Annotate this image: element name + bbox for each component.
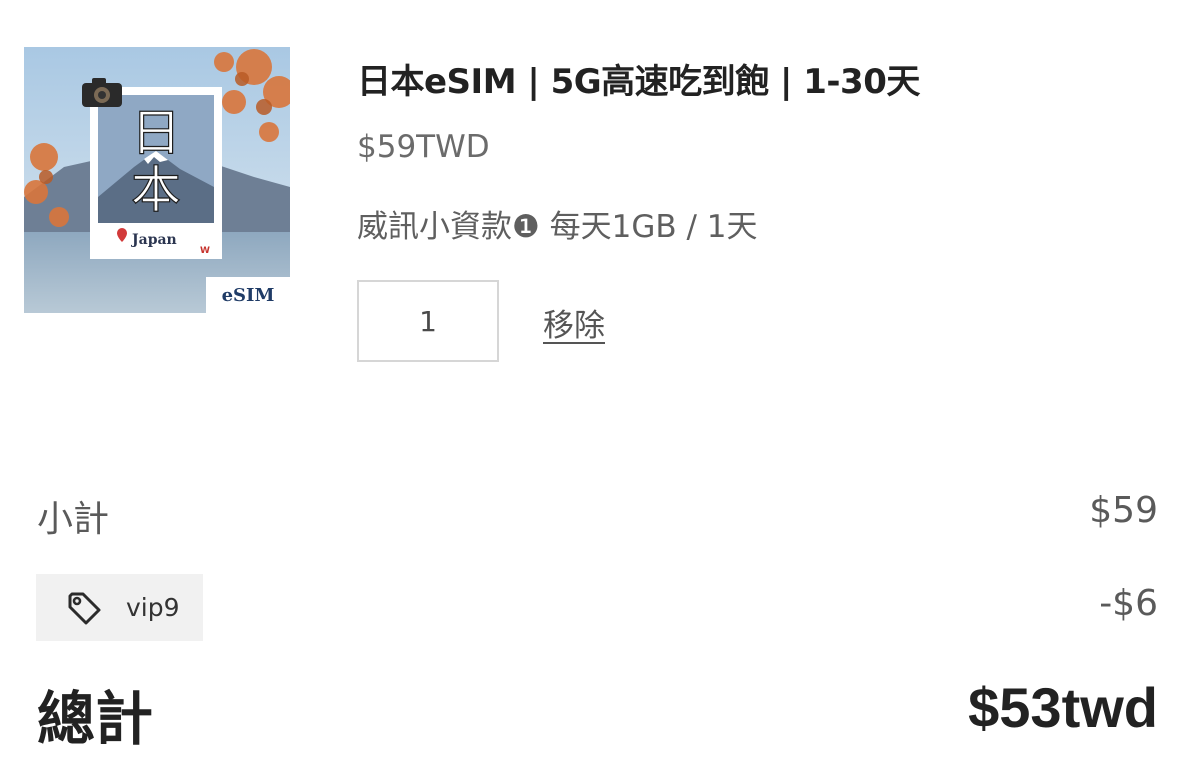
total-value: $53twd (968, 676, 1158, 739)
product-title[interactable]: 日本eSIM | 5G高速吃到飽 | 1-30天 (357, 54, 920, 103)
discount-code-text: vip9 (126, 593, 180, 622)
total-label: 總計 (37, 685, 154, 753)
image-kanji-top: 日 (131, 104, 181, 162)
esim-badge-text: eSIM (222, 285, 275, 306)
product-price: $59TWD (357, 129, 490, 165)
cart-page: 日 本 Japan W eSIM 日本eSIM | 5G高速吃到飽 | 1-30… (0, 0, 1200, 780)
svg-text:W: W (200, 246, 210, 256)
image-location-text: Japan (130, 232, 177, 248)
tag-icon (68, 592, 101, 624)
subtotal-label: 小計 (37, 499, 110, 540)
image-kanji-bottom: 本 (131, 161, 181, 219)
quantity-field[interactable] (357, 280, 499, 362)
brand-logo-icon: W (198, 241, 220, 257)
discount-code-chip: vip9 (36, 574, 203, 641)
product-thumbnail[interactable]: 日 本 Japan W eSIM (24, 47, 290, 313)
japan-esim-image: 日 本 Japan W eSIM (24, 47, 290, 313)
quantity-input[interactable] (359, 282, 497, 360)
subtotal-value: $59 (1089, 490, 1158, 531)
remove-item-link[interactable]: 移除 (543, 300, 605, 345)
product-variant: 威訊小資款❶ 每天1GB / 1天 (357, 209, 758, 245)
discount-value: -$6 (1099, 583, 1158, 624)
